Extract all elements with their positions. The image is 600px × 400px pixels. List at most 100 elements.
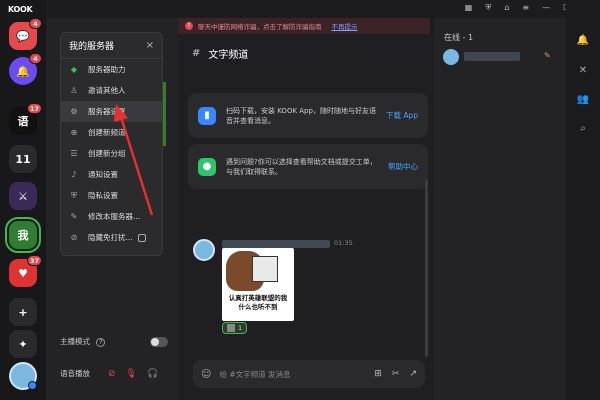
expand-icon[interactable]: ↗ [409, 369, 417, 379]
channel-name: 文字频道 [208, 50, 249, 61]
download-app-link[interactable]: 下载 App [386, 110, 418, 121]
channel-title: # 文字频道 [192, 46, 248, 61]
rail-bell-server[interactable]: 🔔 4 [9, 53, 42, 85]
host-mode-label: 主播模式 [60, 337, 90, 346]
menu-item-icon: ⊘ [70, 233, 78, 242]
menu-item-icon: ✎ [70, 212, 78, 221]
server-7-glyph: ♥ [18, 266, 28, 280]
dismiss-banner-link[interactable]: 不再提示 [332, 21, 358, 31]
server-menu-title: 我的服务器 [69, 42, 115, 52]
server-5-glyph: ⚔ [18, 189, 28, 203]
info-card: ● 遇到问题?你可以选择查看帮助文档或提交工单，与我们取得联系。 帮助中心 [188, 144, 428, 189]
scissors-icon[interactable]: ✂ [392, 369, 400, 379]
voice-label: 语音播放 [60, 369, 90, 378]
rail-server-me[interactable]: 我 [5, 217, 41, 253]
rail-discover[interactable]: ✦ [9, 330, 37, 358]
unread-badge: 4 [29, 53, 42, 64]
minimize-icon[interactable]: — [542, 3, 550, 15]
unread-badge: 37 [26, 255, 42, 266]
grid-icon[interactable]: ▦ [465, 3, 473, 15]
server-menu-item[interactable]: ⊘ 隐藏免打扰... [61, 227, 162, 248]
menu-item-icon: ◆ [70, 65, 78, 74]
menu-item-icon: ⚙ [70, 107, 78, 116]
fraud-warning-banner: ! 聊天中谨防网络诈骗，点击了解防诈骗指南 不再提示 [178, 18, 430, 34]
headphones-icon[interactable]: 🎧 [147, 369, 158, 379]
emoji-icon[interactable]: ☺ [201, 369, 211, 380]
reaction-emoji-icon [227, 324, 235, 332]
card-text: 遇到问题?你可以选择查看帮助文档或提交工单，与我们取得联系。 [226, 157, 377, 176]
reaction-chip[interactable]: 1 [222, 322, 248, 334]
message-time: 01:35 [334, 239, 353, 247]
server-3-glyph: 语 [17, 115, 29, 128]
chat-area: # 文字频道 ▮ 扫码下载，安装 KOOK App，随时随地与好友语音并查看消息。… [178, 34, 434, 400]
banner-text[interactable]: 聊天中谨防网络诈骗，点击了解防诈骗指南 [198, 21, 322, 31]
menu-icon[interactable]: ≡ [522, 3, 529, 15]
sticker-image[interactable]: 认真打英雄联盟的我 什么也听不到 [222, 248, 294, 321]
chat-scrollbar[interactable] [425, 179, 428, 357]
rail-server-11[interactable]: 11 [9, 145, 37, 173]
close-menu-icon[interactable]: × [146, 40, 154, 51]
dnd-checkbox[interactable] [137, 233, 146, 242]
menu-item-label: 隐藏免打扰... [88, 233, 133, 242]
server-menu-item[interactable]: ◆ 服务器助力 [61, 59, 162, 80]
card-text: 扫码下载，安装 KOOK App，随时随地与好友语音并查看消息。 [226, 106, 376, 125]
help-icon[interactable]: ? [96, 338, 106, 347]
add-attachment-icon[interactable]: ⊞ [374, 369, 382, 379]
composer-placeholder: 给 #文字频道 发消息 [219, 369, 291, 379]
shirt-icon[interactable]: ⌂ [504, 3, 509, 15]
rail-add-server[interactable]: + [9, 298, 37, 326]
bell-icon[interactable]: 🔔 [577, 34, 589, 46]
member-role-icon: ✎ [544, 51, 551, 60]
shield-icon[interactable]: ⛨ [485, 3, 491, 15]
right-tool-rail: 🔔 ✕ 👥 ⌕ [566, 0, 600, 400]
member-name[interactable] [464, 52, 520, 61]
rail-server-3[interactable]: 语 17 [9, 103, 42, 135]
server-me-glyph: 我 [17, 229, 29, 242]
server-menu-header: 我的服务器 × [61, 33, 162, 59]
kook-app-window: ▦ ⛨ ⌂ ≡ — ☐ ✕ KOOK 💬4🔔4语1711⚔我♥37+✦ 我的服务… [0, 0, 600, 400]
sticker-caption: 认真打英雄联盟的我 什么也听不到 [228, 294, 288, 311]
voice-playback-row: 语音播放 ⊘ 🎙 🎧 [60, 368, 168, 379]
discover-glyph: ✦ [18, 337, 28, 351]
camera-off-icon[interactable]: ⊘ [108, 369, 116, 379]
rail-chat-server[interactable]: 💬 4 [9, 18, 42, 50]
warning-icon: ! [185, 22, 193, 30]
members-icon[interactable]: 👥 [577, 93, 589, 105]
user-avatar[interactable] [9, 362, 37, 390]
rail-server-5[interactable]: ⚔ [9, 182, 37, 210]
chat-server-glyph: 💬 [16, 29, 30, 43]
unread-badge: 4 [29, 18, 42, 29]
host-mode-row: 主播模式 ? [60, 336, 168, 347]
pin-icon[interactable]: ✕ [577, 64, 589, 76]
hash-icon: # [192, 48, 201, 59]
member-list: 在线 - 1 ✎ [434, 18, 566, 400]
mic-muted-icon[interactable]: 🎙 [126, 369, 137, 379]
search-icon[interactable]: ⌕ [577, 122, 589, 134]
add-server-glyph: + [18, 305, 28, 319]
help-center-link[interactable]: 帮助中心 [388, 161, 418, 172]
menu-item-icon: ☰ [70, 149, 78, 158]
message-composer[interactable]: ☺ 给 #文字频道 发消息 ⊞ ✂ ↗ [193, 360, 425, 388]
rail-server-7[interactable]: ♥ 37 [9, 255, 42, 287]
message-avatar[interactable] [193, 239, 215, 261]
online-count: 在线 - 1 [444, 33, 474, 42]
kook-logo: KOOK [8, 5, 33, 14]
info-card: ▮ 扫码下载，安装 KOOK App，随时随地与好友语音并查看消息。 下载 App [188, 93, 428, 138]
menu-item-icon: ♙ [70, 86, 78, 95]
menu-item-label: 服务器助力 [88, 65, 126, 74]
sticker-monitor [252, 256, 278, 282]
server-menu-item[interactable]: ♙ 邀请其他人 [61, 80, 162, 101]
server-11-glyph: 11 [15, 152, 31, 166]
annotation-arrow [114, 104, 154, 216]
menu-item-icon: ⊕ [70, 128, 78, 137]
bell-server-glyph: 🔔 [16, 64, 30, 78]
status-dot [28, 381, 37, 390]
menu-item-icon: ♪ [71, 170, 77, 179]
unread-badge: 17 [26, 103, 42, 114]
host-mode-toggle[interactable] [150, 336, 168, 347]
reaction-count: 1 [238, 324, 243, 332]
menu-item-icon: ⛨ [71, 190, 77, 200]
message-author[interactable] [222, 240, 330, 248]
download-app-icon: ▮ [198, 106, 216, 125]
member-avatar[interactable] [443, 49, 459, 65]
